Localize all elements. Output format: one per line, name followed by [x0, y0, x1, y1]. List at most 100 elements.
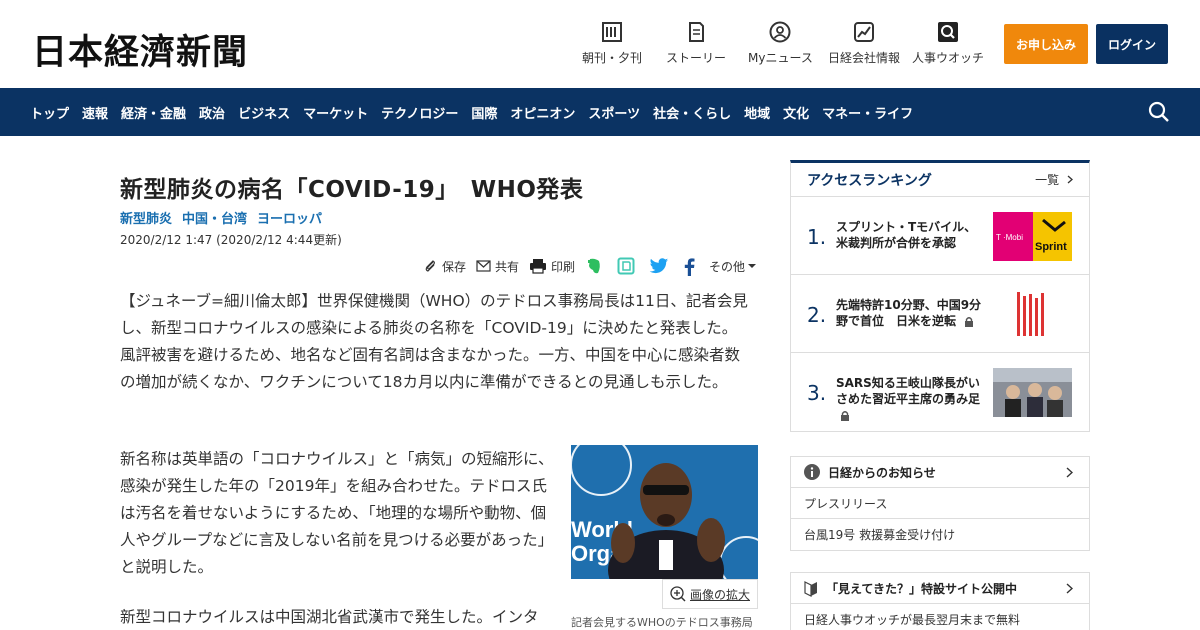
- special-site-header[interactable]: 「見えてきた？」特設サイト公開中: [791, 573, 1089, 604]
- nav-item-technology[interactable]: テクノロジー: [381, 103, 458, 122]
- nav-item-business[interactable]: ビジネス: [238, 103, 290, 122]
- zoom-label: 画像の拡大: [689, 587, 750, 602]
- ranking-headline: スプリント・Tモバイル、米裁判所が合併を承認: [836, 220, 977, 250]
- nav-item-politics[interactable]: 政治: [199, 103, 225, 122]
- lock-icon: [841, 411, 849, 421]
- share-toolbar: 保存 共有 印刷 その他: [424, 255, 770, 277]
- ranking-item[interactable]: 3. SARS知る王岐山隊長がいさめた習近平主席の勇み足: [791, 353, 1089, 431]
- caret-down-icon: [748, 264, 757, 268]
- save-button[interactable]: 保存: [424, 258, 466, 275]
- nav-item-money-life[interactable]: マネー・ライフ: [822, 103, 913, 122]
- chart-icon: [854, 22, 874, 42]
- notice-item[interactable]: 台風19号 救援募金受け付け: [791, 519, 1089, 550]
- twitter-icon: [649, 257, 669, 273]
- nav-item-opinion[interactable]: オピニオン: [510, 103, 575, 122]
- ranking-number: 3.: [807, 381, 827, 405]
- note-button[interactable]: [617, 257, 639, 275]
- ranking-item[interactable]: 1. スプリント・Tモバイル、米裁判所が合併を承認 T ·Mobi Sprint: [791, 197, 1089, 275]
- util-chokan-yukan[interactable]: 朝刊・夕刊: [582, 21, 642, 66]
- article-paragraph: 【ジュネーブ=細川倫太郎】世界保健機関（WHO）のテドロス事務局長は11日、記者…: [120, 292, 748, 391]
- ranking-thumbnail: T ·Mobi Sprint: [993, 212, 1072, 261]
- ranking-headline-text: SARS知る王岐山隊長がいさめた習近平主席の勇み足: [836, 376, 981, 406]
- article-photo[interactable]: World Organ: [571, 445, 758, 579]
- util-story[interactable]: ストーリー: [666, 21, 726, 66]
- chevron-right-icon: [1066, 467, 1073, 478]
- article-paragraph: 新型コロナウイルスは中国湖北省武漢市で発生した。インタ: [120, 608, 539, 626]
- article-date: 2020/2/12 1:47 (2020/2/12 4:44更新): [120, 233, 342, 247]
- evernote-button[interactable]: [585, 257, 607, 275]
- ranking-number: 2.: [807, 303, 827, 327]
- photo-illustration: World Organ: [571, 445, 758, 579]
- share-button[interactable]: 共有: [476, 258, 519, 275]
- nav-item-international[interactable]: 国際: [471, 103, 497, 122]
- zoom-in-icon: [670, 586, 686, 602]
- util-label: 人事ウオッチ: [912, 51, 985, 65]
- ranking-item[interactable]: 2. 先端特許10分野、中国9分野で首位 日米を逆転: [791, 275, 1089, 353]
- info-icon: [804, 464, 820, 480]
- ranking-thumbnail: [993, 368, 1072, 417]
- zoom-image-button[interactable]: 画像の拡大: [662, 579, 758, 609]
- util-label: 日経会社情報: [828, 51, 901, 65]
- evernote-icon: [588, 258, 600, 274]
- site-logo[interactable]: 日本経濟新聞: [32, 24, 248, 75]
- photo-caption: 記者会見するWHOのテドロス事務局: [571, 616, 753, 629]
- notice-item[interactable]: プレスリリース: [791, 488, 1089, 519]
- nav-item-society[interactable]: 社会・くらし: [653, 103, 731, 122]
- clip-icon: [425, 260, 435, 272]
- chevron-right-icon: [1066, 583, 1073, 594]
- nav-item-market[interactable]: マーケット: [303, 103, 368, 122]
- share-label: 共有: [495, 259, 520, 274]
- special-site-notices: 「見えてきた？」特設サイト公開中 日経人事ウオッチが最長翌月末まで無料: [790, 572, 1090, 630]
- ranking-header: アクセスランキング 一覧: [791, 163, 1089, 197]
- print-icon: [530, 259, 547, 274]
- apply-button[interactable]: お申し込み: [1004, 24, 1088, 64]
- nav-item-region[interactable]: 地域: [744, 103, 770, 122]
- article-paragraph: 新名称は英単語の「コロナウイルス」と「病気」の短縮形に、感染が発生した年の「20…: [120, 450, 554, 576]
- ranking-title: アクセスランキング: [807, 172, 932, 189]
- search-person-icon: [938, 22, 958, 42]
- util-mynews[interactable]: Myニュース: [748, 21, 813, 66]
- notices-header[interactable]: 日経からのお知らせ: [791, 457, 1089, 488]
- main-nav: トップ 速報 経済・金融 政治 ビジネス マーケット テクノロジー 国際 オピニ…: [0, 88, 1200, 136]
- ranking-number: 1.: [807, 225, 827, 249]
- nav-item-economy[interactable]: 経済・金融: [121, 103, 186, 122]
- tag-link[interactable]: ヨーロッパ: [257, 208, 322, 227]
- print-label: 印刷: [551, 259, 576, 274]
- nav-item-sports[interactable]: スポーツ: [588, 103, 640, 122]
- nikkei-notices: 日経からのお知らせ プレスリリース 台風19号 救援募金受け付け: [790, 456, 1090, 551]
- tag-link[interactable]: 中国・台湾: [182, 208, 247, 227]
- site-header: 日本経濟新聞 朝刊・夕刊 ストーリー Myニュース 日経会社情報 人事ウオッチ …: [0, 0, 1200, 88]
- nav-item-culture[interactable]: 文化: [783, 103, 809, 122]
- print-button[interactable]: 印刷: [529, 258, 575, 275]
- svg-text:T ·Mobi: T ·Mobi: [996, 233, 1023, 242]
- login-button[interactable]: ログイン: [1096, 24, 1168, 64]
- ranking-more-link[interactable]: 一覧: [1035, 171, 1073, 188]
- nav-item-sokuho[interactable]: 速報: [82, 103, 108, 122]
- note-icon: [617, 257, 635, 275]
- access-ranking: アクセスランキング 一覧 1. スプリント・Tモバイル、米裁判所が合併を承認 T…: [790, 160, 1090, 432]
- lock-icon: [965, 317, 974, 327]
- svg-text:Sprint: Sprint: [1035, 241, 1067, 253]
- chevron-right-icon: [1067, 175, 1073, 184]
- document-icon: [689, 22, 704, 42]
- other-share-button[interactable]: その他: [709, 258, 760, 275]
- notice-item[interactable]: 日経人事ウオッチが最長翌月末まで無料: [791, 604, 1089, 630]
- beginner-mark-icon: [804, 581, 817, 597]
- special-site-title: 「見えてきた？」特設サイト公開中: [826, 581, 1018, 596]
- search-icon[interactable]: [1148, 101, 1170, 123]
- ranking-more-label: 一覧: [1035, 173, 1060, 187]
- notices-title: 日経からのお知らせ: [828, 465, 936, 480]
- facebook-button[interactable]: [683, 257, 699, 276]
- twitter-button[interactable]: [649, 257, 673, 275]
- util-label: ストーリー: [666, 51, 727, 65]
- user-icon: [769, 21, 791, 43]
- util-company-info[interactable]: 日経会社情報: [828, 21, 900, 66]
- other-label: その他: [709, 259, 746, 274]
- nav-item-top[interactable]: トップ: [30, 103, 69, 122]
- newspaper-icon: [602, 22, 622, 42]
- tag-link[interactable]: 新型肺炎: [120, 208, 172, 227]
- util-jinji-watch[interactable]: 人事ウオッチ: [912, 21, 984, 66]
- facebook-icon: [684, 257, 695, 276]
- ranking-headline-text: 先端特許10分野、中国9分野で首位 日米を逆転: [836, 298, 982, 328]
- ranking-thumbnail: [993, 290, 1072, 339]
